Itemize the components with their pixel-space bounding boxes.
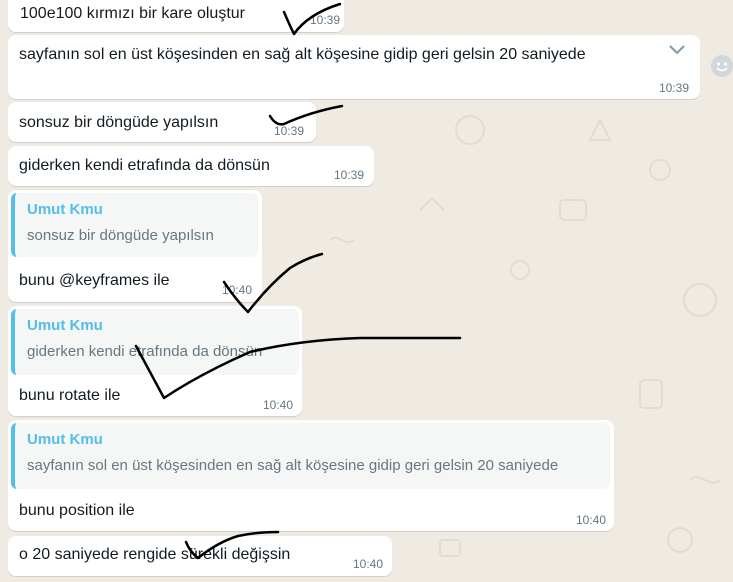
message-bubble[interactable]: Umut Kmu giderken kendi etrafında da dön… <box>8 306 302 416</box>
message-bubble[interactable]: 100e100 kırmızı bir kare oluştur 10:39 <box>8 0 344 32</box>
quote-text: sonsuz bir döngüde yapılsın <box>27 227 214 244</box>
message-text: sayfanın sol en üst köşesinden en sağ al… <box>19 46 586 63</box>
message-bubble[interactable]: giderken kendi etrafında da dönsün 10:39 <box>8 146 374 186</box>
message-text: sonsuz bir döngüde yapılsın <box>19 114 219 131</box>
message-bubble[interactable]: o 20 saniyede rengide sürekli değişsin 1… <box>8 536 392 576</box>
message-time: 10:40 <box>222 283 253 297</box>
quote-text: sayfanın sol en üst köşesinden en sağ al… <box>27 457 559 474</box>
message-time: 10:39 <box>274 124 305 138</box>
quote-text: giderken kendi etrafında da dönsün <box>27 343 263 360</box>
message-time: 10:39 <box>310 13 341 27</box>
message-text: bunu position ile <box>19 502 135 519</box>
quote-author: Umut Kmu <box>27 317 103 334</box>
quoted-message[interactable]: Umut Kmu sonsuz bir döngüde yapılsın <box>11 193 258 257</box>
message-bubble[interactable]: Umut Kmu sonsuz bir döngüde yapılsın bun… <box>8 190 262 302</box>
message-time: 10:40 <box>263 398 294 412</box>
quoted-message[interactable]: Umut Kmu giderken kendi etrafında da dön… <box>11 309 299 375</box>
quote-author: Umut Kmu <box>27 431 103 448</box>
message-bubble[interactable]: sayfanın sol en üst köşesinden en sağ al… <box>8 35 700 99</box>
message-time: 10:40 <box>576 513 607 527</box>
smiley-icon[interactable] <box>711 55 733 77</box>
quoted-message[interactable]: Umut Kmu sayfanın sol en üst köşesinden … <box>11 423 610 489</box>
message-bubble[interactable]: sonsuz bir döngüde yapılsın 10:39 <box>8 102 316 142</box>
message-time: 10:39 <box>334 168 365 182</box>
message-time: 10:40 <box>353 557 384 571</box>
message-bubble[interactable]: Umut Kmu sayfanın sol en üst köşesinden … <box>8 420 614 531</box>
message-text: 100e100 kırmızı bir kare oluştur <box>20 5 245 22</box>
message-text: bunu @keyframes ile <box>19 272 170 289</box>
message-text: o 20 saniyede rengide sürekli değişsin <box>19 546 291 563</box>
chevron-down-icon[interactable] <box>668 43 686 61</box>
message-text: giderken kendi etrafında da dönsün <box>19 157 270 174</box>
message-text: bunu rotate ile <box>19 387 121 404</box>
message-time: 10:39 <box>659 81 690 95</box>
quote-author: Umut Kmu <box>27 201 103 218</box>
